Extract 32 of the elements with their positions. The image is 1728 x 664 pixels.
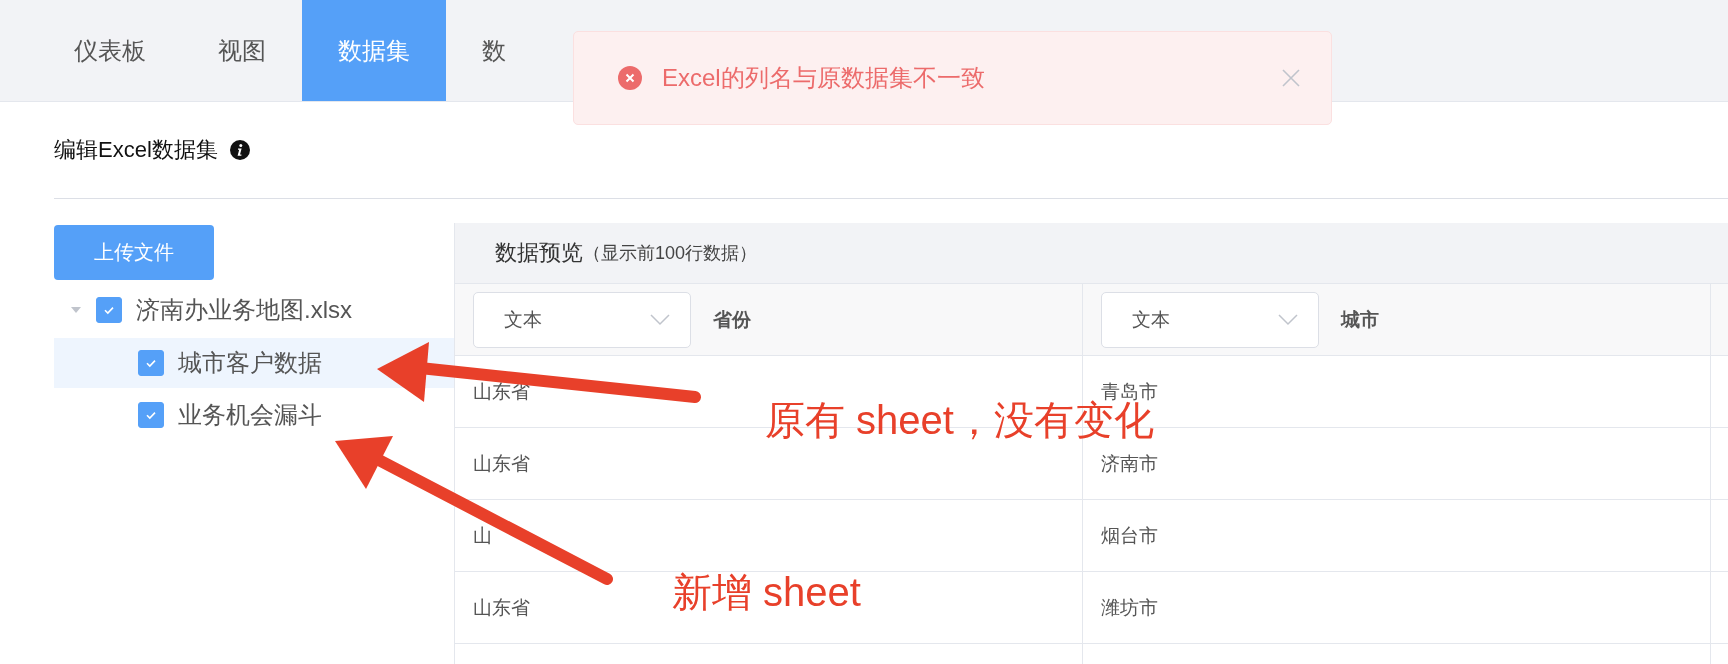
- toast-message: Excel的列名与原数据集不一致: [662, 63, 986, 93]
- table-cell-text: 山东省: [473, 379, 530, 404]
- table-cell-text: 山东省: [473, 451, 530, 476]
- tree-item[interactable]: 济南办业务地图.xlsx: [54, 284, 454, 336]
- table-cell-text: 烟台市: [1101, 523, 1158, 548]
- error-icon: [618, 66, 642, 90]
- type-select[interactable]: 文本: [473, 291, 691, 348]
- nav-tab[interactable]: 数: [446, 0, 542, 101]
- chevron-down-icon: [650, 313, 670, 326]
- checkbox[interactable]: [138, 350, 164, 376]
- column-header: 省份: [713, 307, 751, 332]
- column-header: 城市: [1341, 307, 1379, 332]
- tree-item[interactable]: 城市客户数据: [54, 338, 454, 388]
- table-cell-text: 山: [473, 523, 492, 548]
- annotation-text: 新增 sheet: [672, 572, 861, 612]
- close-icon[interactable]: [1281, 68, 1301, 88]
- tree-item[interactable]: 业务机会漏斗: [54, 390, 454, 440]
- annotation-text: 原有 sheet，没有变化: [765, 400, 1154, 440]
- table-cell-text: 济南市: [1101, 451, 1158, 476]
- checkbox[interactable]: [96, 297, 122, 323]
- checkbox[interactable]: [138, 402, 164, 428]
- chevron-down-icon: [1278, 313, 1298, 326]
- nav-tab[interactable]: 仪表板: [38, 0, 182, 101]
- table-cell-text: 山东省: [473, 595, 530, 620]
- nav-tab[interactable]: 视图: [182, 0, 302, 101]
- type-select[interactable]: 文本: [1101, 291, 1319, 348]
- info-icon[interactable]: [229, 140, 250, 160]
- preview-title: 数据预览: [495, 239, 583, 267]
- table-cell-text: 潍坊市: [1101, 595, 1158, 620]
- table-cell-text: 青岛市: [1101, 379, 1158, 402]
- page-title: 编辑Excel数据集: [54, 136, 218, 164]
- preview-note: （显示前100行数据）: [583, 242, 758, 265]
